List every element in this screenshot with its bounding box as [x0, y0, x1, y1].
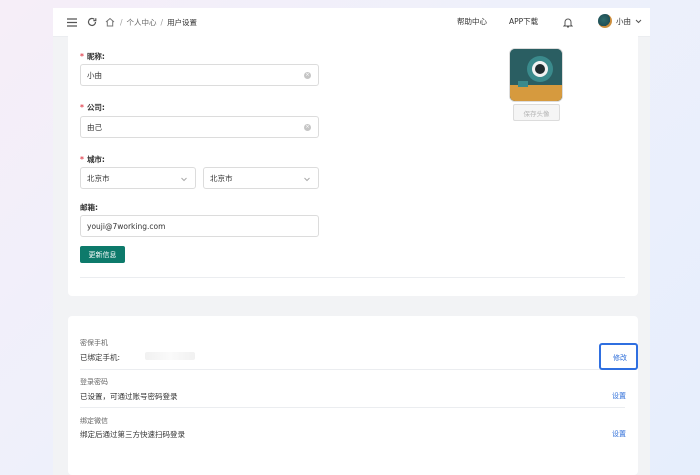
password-title: 登录密码 [80, 378, 108, 386]
city-label: * 城市: [80, 155, 105, 164]
province-select[interactable]: 北京市 [80, 167, 196, 189]
password-desc: 已设置，可通过账号密码登录 [80, 392, 178, 401]
wechat-setup-link[interactable]: 设置 [612, 429, 626, 439]
app-download-link[interactable]: APP下载 [509, 16, 538, 27]
wechat-desc: 绑定后通过第三方快速扫码登录 [80, 430, 185, 439]
phone-modify-highlight[interactable]: 修改 [599, 343, 638, 370]
phone-title: 密保手机 [80, 339, 108, 347]
phone-desc: 已绑定手机: [80, 353, 121, 362]
breadcrumb-separator: / [120, 17, 123, 27]
top-bar: / 个人中心 / 用户设置 帮助中心 APP下载 小由 [53, 8, 650, 37]
profile-avatar[interactable] [509, 48, 563, 102]
clear-icon[interactable]: × [304, 72, 311, 79]
company-label: * 公司: [80, 103, 105, 112]
city-select[interactable]: 北京市 [203, 167, 319, 189]
company-input[interactable]: 由己 × [80, 116, 319, 138]
divider [80, 277, 625, 278]
city-value: 北京市 [210, 173, 233, 183]
password-setup-link[interactable]: 设置 [612, 391, 626, 401]
chevron-down-icon [635, 17, 642, 26]
email-input[interactable]: youji@7working.com [80, 215, 319, 237]
user-menu[interactable]: 小由 [598, 14, 642, 28]
chevron-down-icon [303, 175, 311, 183]
menu-icon[interactable] [66, 16, 78, 28]
required-mark: * [80, 52, 84, 61]
masked-phone-number [145, 352, 195, 360]
refresh-icon[interactable] [86, 16, 98, 28]
breadcrumb-personal-center[interactable]: 个人中心 [127, 17, 157, 28]
divider [80, 369, 625, 370]
username: 小由 [616, 16, 631, 26]
help-center-link[interactable]: 帮助中心 [457, 16, 487, 27]
email-label: 邮箱: [80, 203, 98, 212]
app-window: / 个人中心 / 用户设置 帮助中心 APP下载 小由 * 昵称: 小由 × * 公… [53, 8, 650, 475]
breadcrumb-separator: / [160, 17, 164, 27]
email-value: youji@7working.com [87, 221, 166, 231]
save-avatar-button[interactable]: 保存头像 [513, 104, 560, 121]
home-icon[interactable] [104, 16, 116, 28]
breadcrumb-user-settings: 用户设置 [167, 17, 198, 27]
breadcrumb: / 个人中心 / 用户设置 [104, 16, 197, 28]
update-info-button[interactable]: 更新信息 [80, 246, 125, 263]
divider [80, 407, 625, 408]
company-value: 由己 [87, 122, 102, 132]
bell-icon[interactable] [562, 16, 574, 28]
province-value: 北京市 [87, 173, 110, 183]
nickname-value: 小由 [87, 70, 102, 80]
clear-icon[interactable]: × [304, 124, 311, 131]
required-mark: * [80, 155, 84, 164]
profile-card: * 昵称: 小由 × * 公司: 由己 × * 城市: 北京市 北京市 邮箱: … [68, 36, 638, 296]
nickname-label: * 昵称: [80, 52, 105, 61]
wechat-title: 绑定微信 [80, 417, 108, 425]
phone-modify-link[interactable]: 修改 [613, 353, 627, 363]
required-mark: * [80, 103, 84, 112]
nickname-input[interactable]: 小由 × [80, 64, 319, 86]
chevron-down-icon [180, 175, 188, 183]
avatar [598, 14, 612, 28]
